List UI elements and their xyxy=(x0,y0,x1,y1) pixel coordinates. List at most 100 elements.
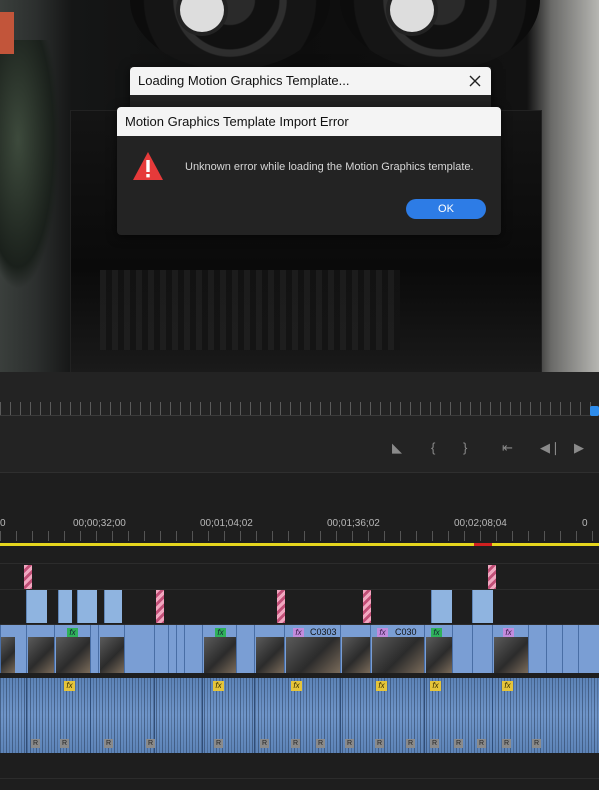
timeline-panel: 0 00;00;32;00 00;01;04;02 00;01;36;02 00… xyxy=(0,472,599,790)
video-clip[interactable]: fx xyxy=(54,625,91,673)
video-clip[interactable]: fx C030 xyxy=(370,625,425,673)
video-clip[interactable] xyxy=(0,625,27,673)
mark-in-icon[interactable]: { xyxy=(431,440,435,456)
clip-thumbnail xyxy=(494,637,528,673)
audio-cut xyxy=(340,678,341,715)
loading-dialog: Loading Motion Graphics Template... xyxy=(130,67,491,107)
adjustment-clip[interactable] xyxy=(488,565,496,589)
video-clip[interactable]: fx xyxy=(492,625,529,673)
audio-cut xyxy=(154,678,155,715)
clip-thumbnail xyxy=(100,637,124,673)
v2-clip[interactable] xyxy=(77,590,97,623)
fx-badge: fx xyxy=(213,681,224,691)
fx-badge: fx xyxy=(376,681,387,691)
audio-badge: R xyxy=(260,739,269,748)
audio-badge: R xyxy=(214,739,223,748)
ok-button[interactable]: OK xyxy=(406,199,486,219)
video-clip[interactable] xyxy=(154,625,169,673)
clip-name: C0303 xyxy=(310,627,337,637)
video-clip[interactable] xyxy=(472,625,493,673)
mark-out-icon[interactable]: } xyxy=(463,440,467,456)
video-clip[interactable] xyxy=(184,625,203,673)
audio-badge: R xyxy=(477,739,486,748)
video-clip[interactable] xyxy=(26,625,55,673)
audio-cut xyxy=(254,715,255,753)
timecode-label: 00;02;08;04 xyxy=(454,518,507,529)
audio-track-2[interactable]: R R R R R R R R R R R R R R R R xyxy=(0,715,599,753)
loading-dialog-title: Loading Motion Graphics Template... xyxy=(130,67,491,95)
work-area-bar[interactable] xyxy=(0,543,599,546)
v2-clip[interactable] xyxy=(104,590,122,623)
close-icon[interactable] xyxy=(465,71,485,91)
pc-psu-area xyxy=(100,270,400,350)
audio-cut xyxy=(254,678,255,715)
video-clip[interactable] xyxy=(452,625,473,673)
render-bar-red xyxy=(474,543,492,546)
v2-clip[interactable] xyxy=(431,590,452,623)
v2-clip[interactable] xyxy=(58,590,72,623)
video-clip[interactable] xyxy=(546,625,563,673)
clip-thumbnail xyxy=(28,637,54,673)
video-clip[interactable] xyxy=(562,625,579,673)
timeline-ruler[interactable] xyxy=(0,531,599,541)
pc-fan-left xyxy=(130,0,330,70)
track-divider xyxy=(0,563,599,564)
audio-cut xyxy=(202,715,203,753)
video-clip[interactable] xyxy=(98,625,125,673)
audio-cut xyxy=(492,678,493,715)
video-clip[interactable]: fx xyxy=(424,625,453,673)
fx-badge: fx xyxy=(291,681,302,691)
audio-cut xyxy=(202,678,203,715)
adjustment-clip[interactable] xyxy=(24,565,32,589)
go-to-in-icon[interactable]: ⇤ xyxy=(502,440,513,456)
background-plant xyxy=(0,40,60,290)
adjustment-clip[interactable] xyxy=(363,590,371,623)
timecode-label: 00;01;04;02 xyxy=(200,518,253,529)
video-clip[interactable]: fx xyxy=(202,625,237,673)
video-clip[interactable] xyxy=(528,625,547,673)
video-clip[interactable] xyxy=(236,625,255,673)
audio-badge: R xyxy=(104,739,113,748)
clip-thumbnail xyxy=(286,637,340,673)
clip-thumbnail xyxy=(56,637,90,673)
error-dialog-title: Motion Graphics Template Import Error xyxy=(117,107,501,136)
audio-badge: R xyxy=(430,739,439,748)
import-error-dialog: Motion Graphics Template Import Error Un… xyxy=(117,107,501,235)
add-marker-icon[interactable]: ◣ xyxy=(392,440,402,456)
audio-cut xyxy=(424,678,425,715)
adjustment-clip[interactable] xyxy=(277,590,285,623)
warning-icon xyxy=(132,151,164,186)
clip-thumbnail xyxy=(256,637,284,673)
video-clip[interactable] xyxy=(124,625,155,673)
clip-thumbnail xyxy=(1,637,15,673)
audio-badge: R xyxy=(316,739,325,748)
play-icon[interactable]: ▶ xyxy=(574,440,584,456)
background-object xyxy=(0,12,14,54)
monitor-time-ruler[interactable] xyxy=(0,402,599,416)
clip-thumbnail xyxy=(426,637,452,673)
v2-clip[interactable] xyxy=(472,590,493,623)
step-back-icon[interactable]: ◀❘ xyxy=(540,440,561,456)
clip-thumbnail xyxy=(204,637,236,673)
audio-badge: R xyxy=(31,739,40,748)
clip-name: C030 xyxy=(395,627,417,637)
clip-thumbnail xyxy=(342,637,370,673)
monitor-playhead[interactable] xyxy=(590,406,599,416)
audio-badge: R xyxy=(60,739,69,748)
audio-cut xyxy=(90,678,91,715)
audio-badge: R xyxy=(375,739,384,748)
audio-cut xyxy=(424,715,425,753)
audio-track-1[interactable]: fx fx fx fx fx fx xyxy=(0,678,599,715)
video-clip[interactable] xyxy=(578,625,599,673)
timecode-label: 0 xyxy=(0,518,6,529)
timecode-label: 00;00;32;00 xyxy=(73,518,126,529)
v2-clip[interactable] xyxy=(26,590,47,623)
video-clip[interactable] xyxy=(340,625,371,673)
adjustment-clip[interactable] xyxy=(156,590,164,623)
video-clip[interactable]: fx C0303 xyxy=(284,625,341,673)
video-clip[interactable] xyxy=(254,625,285,673)
audio-cut xyxy=(26,678,27,715)
audio-badge: R xyxy=(454,739,463,748)
pc-fan-right xyxy=(340,0,540,70)
error-message: Unknown error while loading the Motion G… xyxy=(185,161,474,173)
